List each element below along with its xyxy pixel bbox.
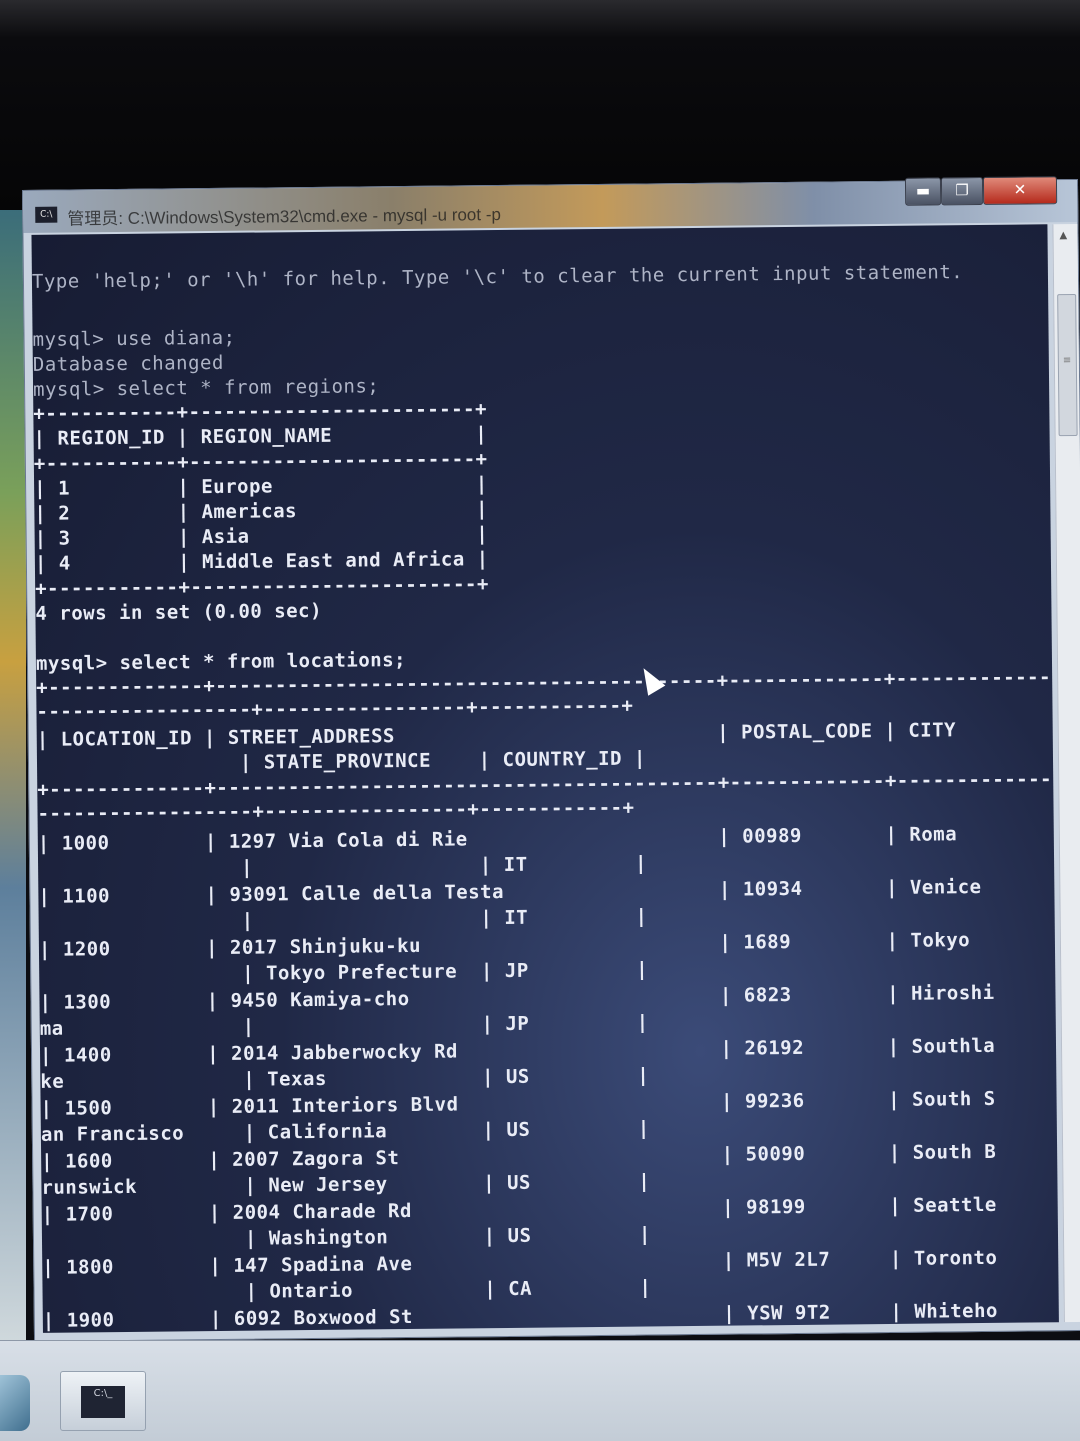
locations-row: | 1900 | 6092 Boxwood St | YSW 9T2 | Whi…	[42, 1299, 999, 1332]
regions-border: +-----------+------------------------+	[35, 573, 489, 600]
scroll-up-arrow-icon[interactable]: ▲	[1059, 230, 1067, 241]
locations-row: | 1600 | 2007 Zagora St | 50090 | South …	[41, 1140, 997, 1173]
prompt-select-locations: mysql> select * from locations;	[35, 649, 407, 675]
locations-row: | Tokyo Prefecture | JP |	[39, 958, 649, 987]
locations-header: | STATE_PROVINCE | COUNTRY_ID |	[36, 747, 646, 776]
locations-row: | 1700 | 2004 Charade Rd | 98199 | Seatt…	[41, 1193, 997, 1226]
locations-row: | Ontario | CA |	[42, 1276, 652, 1305]
regions-border: +-----------+------------------------+	[33, 398, 488, 425]
cmd-app-icon[interactable]: C:\	[35, 206, 58, 223]
locations-row: | 1200 | 2017 Shinjuku-ku | 1689 | Tokyo	[38, 929, 971, 961]
locations-header: | LOCATION_ID | STREET_ADDRESS | POSTAL_…	[36, 719, 957, 751]
regions-border: +-----------+------------------------+	[33, 448, 488, 475]
taskbar: C:\_	[0, 1340, 1080, 1441]
help-line: Type 'help;' or '\h' for help. Type '\c'…	[31, 261, 964, 293]
cmd-window[interactable]: C:\ 管理员: C:\Windows\System32\cmd.exe - m…	[22, 176, 1080, 1342]
grip-icon: ≡	[1062, 355, 1072, 367]
locations-row: | 1500 | 2011 Interiors Blvd | 99236 | S…	[40, 1087, 996, 1120]
locations-row: ke | Texas | US |	[40, 1064, 650, 1093]
regions-header: | REGION_ID | REGION_NAME |	[33, 423, 488, 450]
locations-row: | 1300 | 9450 Kamiya-cho | 6823 | Hirosh…	[39, 981, 995, 1014]
locations-row: ma | | JP |	[39, 1011, 649, 1040]
locations-row: | | IT |	[38, 852, 648, 881]
console-output[interactable]: Type 'help;' or '\h' for help. Type '\c'…	[31, 224, 1059, 1333]
locations-row: | | IT |	[38, 905, 648, 934]
locations-border: ------------------+-----------------+---…	[36, 694, 634, 723]
locations-row: | 1400 | 2014 Jabberwocky Rd | 26192 | S…	[39, 1034, 996, 1067]
locations-row: | 1100 | 93091 Calle della Testa | 10934…	[38, 875, 982, 908]
locations-row: | 1800 | 147 Spadina Ave | M5V 2L7 | Tor…	[42, 1246, 998, 1279]
locations-row: runswick | New Jersey | US |	[41, 1170, 651, 1199]
regions-row: | 4 | Middle East and Africa |	[34, 548, 489, 575]
regions-row: | 1 | Europe |	[34, 473, 488, 500]
locations-row: | Washington | US |	[41, 1223, 651, 1252]
minimize-button[interactable]: ▬	[904, 177, 942, 206]
regions-row: | 3 | Asia |	[34, 523, 489, 550]
close-button[interactable]: ✕	[982, 176, 1058, 205]
maximize-button[interactable]: ❐	[940, 176, 984, 206]
locations-row: an Francisco | California | US |	[40, 1117, 650, 1146]
taskbar-cmd-button[interactable]: C:\_	[60, 1371, 146, 1431]
cmd-taskbar-icon: C:\_	[81, 1386, 125, 1418]
window-title: 管理员: C:\Windows\System32\cmd.exe - mysql…	[67, 204, 501, 229]
prompt-select-regions: mysql> select * from regions;	[32, 375, 380, 401]
start-button[interactable]	[0, 1375, 30, 1431]
db-changed: Database changed	[32, 351, 224, 376]
prompt-use: mysql> use diana;	[32, 326, 236, 351]
regions-row-count: 4 rows in set (0.00 sec)	[35, 599, 323, 625]
desktop-background	[0, 210, 26, 1340]
scrollbar-thumb[interactable]: ≡	[1057, 293, 1078, 437]
locations-row: | 1000 | 1297 Via Cola di Rie | 00989 | …	[37, 823, 958, 855]
regions-row: | 2 | Americas |	[34, 498, 489, 525]
locations-border: ------------------+-----------------+---…	[37, 796, 635, 825]
